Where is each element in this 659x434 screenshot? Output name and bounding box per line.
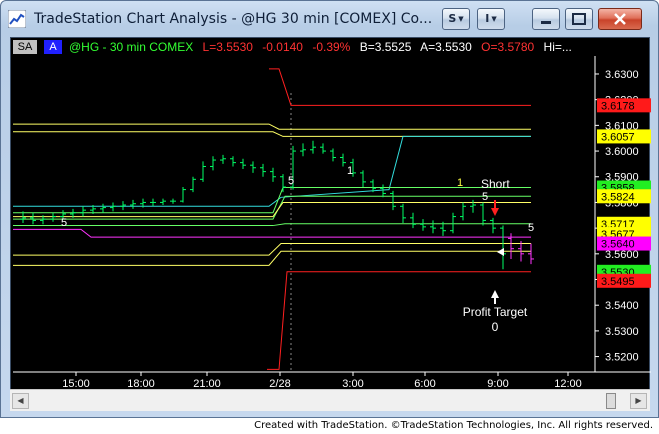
exit-marker-icon bbox=[497, 248, 504, 256]
scroll-right-arrow-icon[interactable]: ▶ bbox=[630, 393, 647, 409]
minimize-icon bbox=[541, 21, 551, 24]
style-button-label: S bbox=[448, 12, 457, 25]
close-button[interactable] bbox=[598, 8, 642, 30]
analysis-indicator[interactable]: A bbox=[44, 40, 62, 54]
minimize-button[interactable] bbox=[532, 8, 560, 30]
horizontal-scrollbar[interactable]: ◀ ▶ bbox=[10, 389, 650, 411]
y-tick-label: 3.6000 bbox=[605, 146, 639, 158]
scroll-thumb[interactable] bbox=[606, 393, 616, 409]
y-tick-label: 3.5300 bbox=[605, 326, 639, 338]
upper-yellow-band-outer bbox=[13, 123, 531, 130]
sa-indicator[interactable]: SA bbox=[13, 40, 37, 54]
insert-dropdown-arrow-icon: ▼ bbox=[491, 15, 497, 23]
symbol-info-bar: SA A @HG - 30 min COMEX L=3.5530 -0.0140… bbox=[11, 38, 601, 56]
signal-label-5-right: 5 bbox=[528, 222, 534, 234]
price-chart-canvas[interactable]: 3.63003.62003.61003.60003.59003.58003.57… bbox=[11, 38, 651, 390]
style-button[interactable]: S ▼ bbox=[442, 8, 470, 30]
last-price: L=3.5530 bbox=[202, 40, 253, 54]
ask-price: A=3.5530 bbox=[420, 40, 472, 54]
profit-target-number: 0 bbox=[492, 320, 499, 334]
copyright-footer: Created with TradeStation. ©TradeStation… bbox=[0, 418, 659, 434]
profit-target-label: Profit Target bbox=[463, 305, 528, 319]
signal-label-1-right: 1 bbox=[457, 177, 463, 189]
close-icon bbox=[614, 13, 626, 25]
lower-yellow-band-1 bbox=[13, 243, 531, 256]
y-tick-label: 3.5400 bbox=[605, 300, 639, 312]
high-price: Hi=... bbox=[543, 40, 572, 54]
price-tag-label: 3.5640 bbox=[601, 239, 635, 251]
lower-yellow-band-2 bbox=[13, 250, 531, 266]
y-tick-label: 3.6300 bbox=[605, 69, 639, 81]
price-change: -0.0140 bbox=[262, 40, 303, 54]
price-tag-label: 3.6178 bbox=[601, 100, 635, 112]
price-change-pct: -0.39% bbox=[312, 40, 351, 54]
bid-price: B=3.5525 bbox=[359, 40, 412, 54]
price-tag-label: 3.5495 bbox=[601, 276, 635, 288]
tradestation-app-icon bbox=[8, 10, 26, 28]
signal-label-5-left: 5 bbox=[61, 217, 67, 229]
signal-label-1-mid: 1 bbox=[347, 165, 353, 177]
short-signal-number: 5 bbox=[482, 191, 488, 203]
window-title: TradeStation Chart Analysis - @HG 30 min… bbox=[34, 11, 433, 27]
upper-green-band bbox=[13, 187, 531, 214]
insert-button-label: I bbox=[485, 12, 490, 25]
price-tag-label: 3.6057 bbox=[601, 131, 635, 143]
upper-yellow-band-inner bbox=[13, 131, 531, 137]
y-tick-label: 3.5600 bbox=[605, 249, 639, 261]
open-price: O=3.5780 bbox=[481, 40, 535, 54]
insert-button[interactable]: I ▼ bbox=[477, 8, 505, 30]
upper-red-band bbox=[269, 68, 531, 106]
scroll-left-arrow-icon[interactable]: ◀ bbox=[12, 393, 29, 409]
signal-label-5-mid: 5 bbox=[288, 175, 294, 187]
maximize-button[interactable] bbox=[565, 8, 593, 30]
style-dropdown-arrow-icon: ▼ bbox=[458, 15, 464, 23]
short-signal-label: Short bbox=[481, 177, 510, 191]
chart-window: TradeStation Chart Analysis - @HG 30 min… bbox=[0, 0, 659, 418]
price-tag-label: 3.5824 bbox=[601, 191, 635, 203]
symbol-label: @HG - 30 min COMEX bbox=[69, 40, 194, 54]
y-tick-label: 3.5200 bbox=[605, 352, 639, 364]
title-bar[interactable]: TradeStation Chart Analysis - @HG 30 min… bbox=[1, 1, 658, 37]
maximize-icon bbox=[572, 13, 586, 25]
chart-area[interactable]: 3.63003.62003.61003.60003.59003.58003.57… bbox=[10, 37, 651, 411]
